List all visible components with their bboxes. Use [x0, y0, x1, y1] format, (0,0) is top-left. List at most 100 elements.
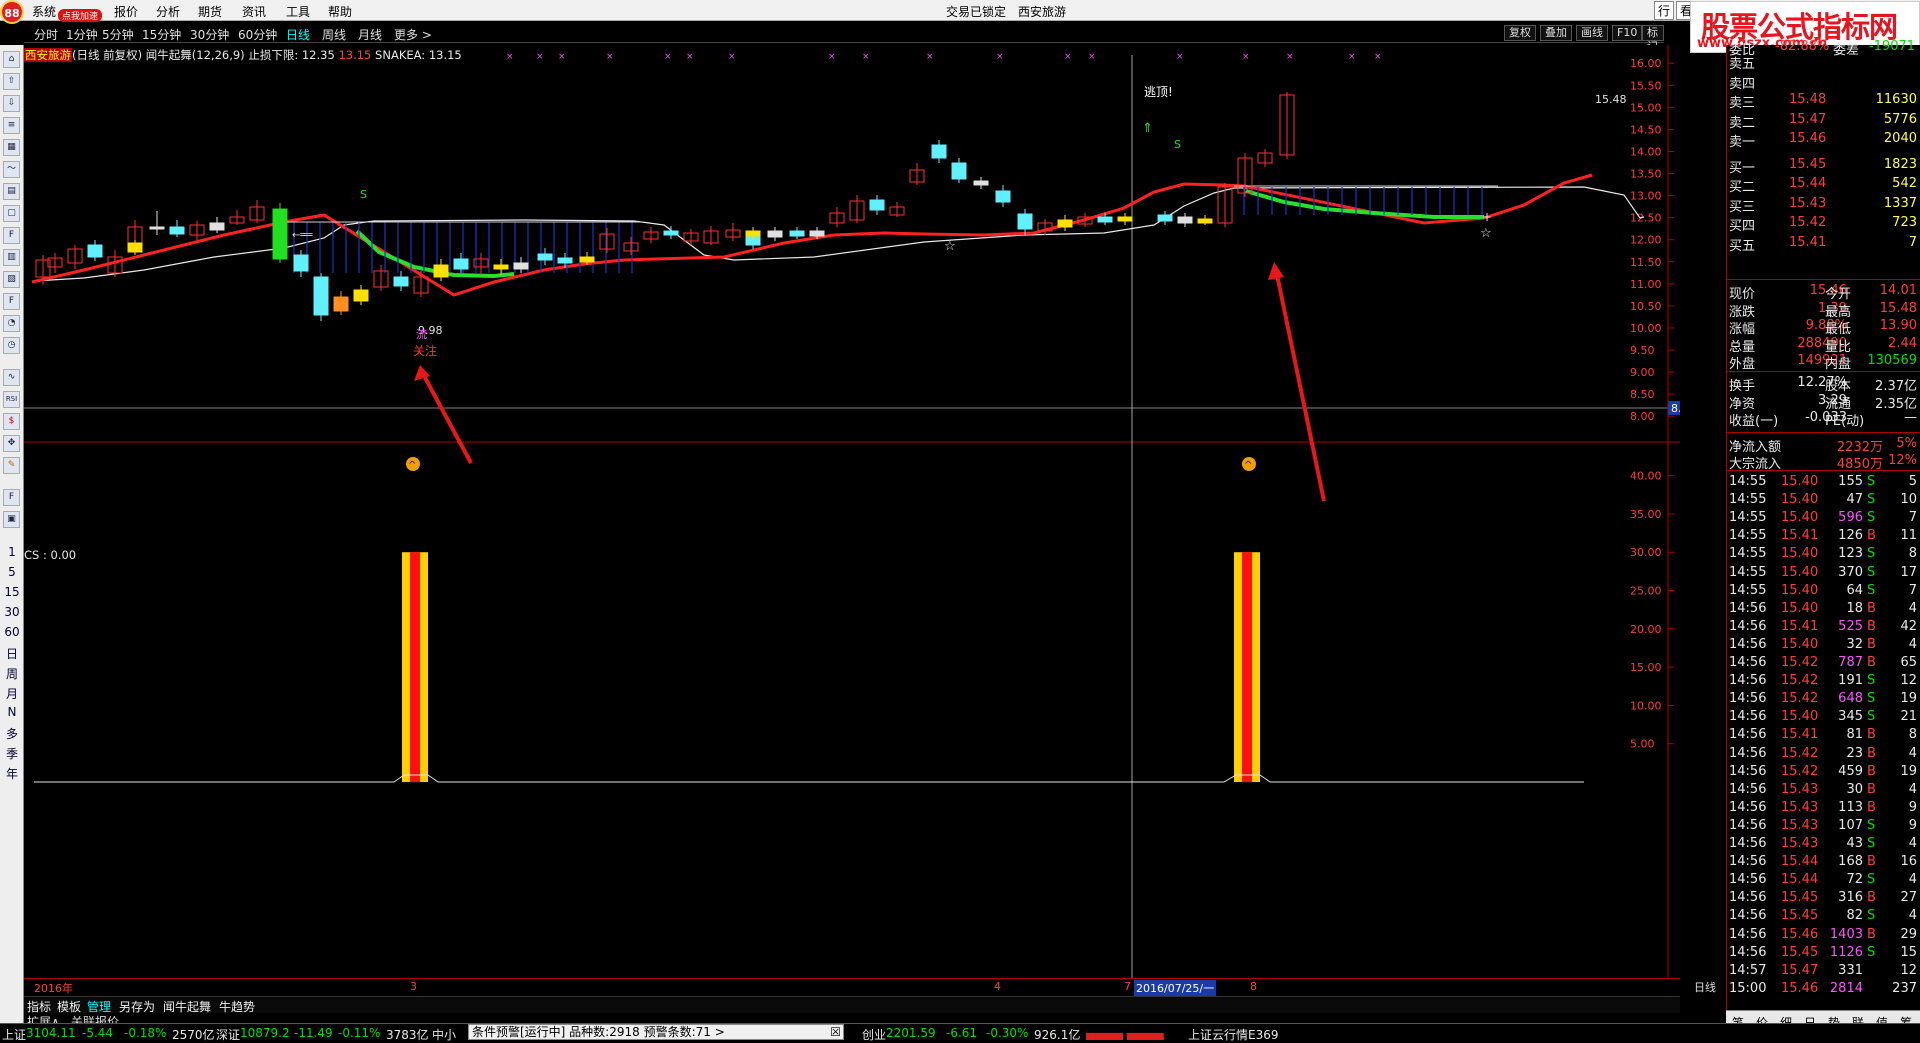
draw-line-button[interactable]: 画线: [1576, 25, 1608, 41]
period-15-shortcut[interactable]: 15: [2, 585, 22, 603]
price-tick-label: 13.00: [1630, 190, 1662, 203]
period-15min[interactable]: 15分钟: [142, 26, 181, 43]
cloud-quote-status[interactable]: 上证云行情E369: [1188, 1026, 1279, 1043]
menu-quote[interactable]: 报价: [114, 3, 138, 20]
menu-tools[interactable]: 工具: [286, 3, 310, 20]
list-icon[interactable]: ≡: [3, 117, 20, 134]
mark-button[interactable]: 标记: [1642, 25, 1664, 53]
price-tick-label: 12.50: [1630, 212, 1662, 225]
sh-index-label[interactable]: 上证: [2, 1026, 26, 1043]
arrow-up-icon[interactable]: ⇧: [3, 73, 20, 90]
wave-icon[interactable]: ∿: [3, 369, 20, 386]
chart-icon[interactable]: ▥: [3, 249, 20, 266]
x-marker-icon: ×: [686, 52, 694, 62]
candle-body: [393, 276, 409, 287]
rsi-icon[interactable]: RSI: [3, 391, 20, 408]
cs-tick-label: 40.00: [1630, 470, 1662, 483]
price-tick-label: 14.50: [1630, 123, 1662, 136]
period-60-shortcut[interactable]: 60: [2, 625, 22, 643]
notes-icon[interactable]: ▧: [3, 271, 20, 288]
indicator-name-label: 闻牛起舞(12,26,9): [145, 48, 245, 62]
dollar-icon[interactable]: $: [3, 413, 20, 430]
candle-body: [513, 262, 529, 270]
window-button-quote[interactable]: 行: [1654, 1, 1675, 20]
candle-body: [209, 222, 225, 231]
x-marker-icon: ×: [1242, 52, 1250, 62]
f10-button[interactable]: F10: [1612, 25, 1643, 41]
period-weekly[interactable]: 周线: [322, 26, 346, 43]
candle-body: [789, 230, 805, 237]
period-60min[interactable]: 60分钟: [238, 26, 277, 43]
grid-icon[interactable]: ▦: [3, 139, 20, 156]
cs-tick-label: 25.00: [1630, 585, 1662, 598]
candle-body: [931, 144, 947, 159]
period-1min[interactable]: 1分钟: [66, 26, 98, 43]
cy-index-change: -6.61: [946, 1026, 978, 1040]
period-timeshare[interactable]: 分时: [34, 26, 58, 43]
period-multi-shortcut[interactable]: 多: [2, 725, 22, 743]
period-monthly[interactable]: 月线: [358, 26, 382, 43]
table-icon[interactable]: ▤: [3, 183, 20, 200]
chart-info-line: 西安旅游(日线 前复权) 闻牛起舞(12,26,9) 止损下限: 12.35 1…: [24, 47, 462, 63]
candle-body: [973, 180, 989, 186]
x-marker-icon: ×: [664, 52, 672, 62]
f5-icon[interactable]: F: [3, 489, 20, 506]
overlay-button[interactable]: 叠加: [1540, 25, 1572, 41]
move-icon[interactable]: ✥: [3, 435, 20, 452]
period-daily[interactable]: 日线: [286, 26, 310, 43]
x-marker-icon: ×: [536, 52, 544, 62]
condition-alert[interactable]: 条件预警[运行中] 品种数:2918 预警条数:71 > ☒: [468, 1024, 844, 1040]
indicator-tabs: 指标 模板 管理 另存为 闻牛起舞 牛趋势: [24, 996, 1680, 1014]
period-week-shortcut[interactable]: 周: [2, 665, 22, 683]
menu-help[interactable]: 帮助: [328, 3, 352, 20]
sz-index-label[interactable]: 深证: [216, 1026, 240, 1043]
window-icon[interactable]: ▢: [3, 205, 20, 222]
menu-futures[interactable]: 期货: [198, 3, 222, 20]
candle-body: [272, 208, 288, 260]
candle-body: [809, 230, 825, 237]
tick-row: 14:56 15.41 81 B 8: [1729, 727, 1917, 743]
pie-icon[interactable]: ◔: [3, 315, 20, 332]
candle-body: [869, 199, 885, 211]
image-icon[interactable]: ▣: [3, 511, 20, 528]
menu-news[interactable]: 资讯: [242, 3, 266, 20]
period-30-shortcut[interactable]: 30: [2, 605, 22, 623]
period-more[interactable]: 更多 >: [394, 26, 432, 43]
restore-rights-button[interactable]: 复权: [1504, 25, 1536, 41]
arrow-down-icon[interactable]: ⇩: [3, 95, 20, 112]
pencil-icon[interactable]: ✎: [3, 457, 20, 474]
period-5min[interactable]: 5分钟: [102, 26, 134, 43]
close-icon[interactable]: ☒: [830, 1025, 841, 1039]
app-logo[interactable]: 88: [0, 0, 24, 24]
tick-row: 14:56 15.44 72 S 4: [1729, 872, 1917, 888]
high-price-label: 15.48: [1595, 93, 1627, 106]
speed-badge[interactable]: 点我加速: [58, 9, 103, 22]
price-tick-label: 13.50: [1630, 168, 1662, 181]
period-30min[interactable]: 30分钟: [190, 26, 229, 43]
f2-icon[interactable]: F: [3, 293, 20, 310]
clock-icon[interactable]: ◷: [3, 337, 20, 354]
period-n-shortcut[interactable]: N: [2, 705, 22, 723]
period-quarter-shortcut[interactable]: 季: [2, 745, 22, 763]
line-chart-icon[interactable]: 〜: [3, 161, 20, 178]
cy-index-label[interactable]: 创业: [862, 1026, 886, 1043]
period-day-shortcut[interactable]: 日: [2, 645, 22, 663]
period-year-shortcut[interactable]: 年: [2, 765, 22, 783]
stock-name-label[interactable]: 西安旅游: [24, 48, 72, 62]
sz-index-amount: 3783亿: [386, 1028, 429, 1042]
period-1-shortcut[interactable]: 1: [2, 545, 22, 563]
candle-body: [493, 264, 509, 270]
menu-analysis[interactable]: 分析: [156, 3, 180, 20]
smb-index-label[interactable]: 中小: [432, 1026, 456, 1043]
home-icon[interactable]: ⌂: [3, 51, 20, 68]
tick-row: 14:56 15.45 82 S 4: [1729, 908, 1917, 924]
period-month-shortcut[interactable]: 月: [2, 685, 22, 703]
cy-index-pct: -0.30%: [986, 1026, 1029, 1040]
x-marker-icon: ×: [1176, 52, 1184, 62]
menu-system[interactable]: 系统: [32, 3, 56, 20]
f10-icon[interactable]: F: [3, 227, 20, 244]
tick-row: 14:56 15.42 787 B 65: [1729, 655, 1917, 670]
kline-chart[interactable]: 16.00 15.50 15.00 14.50 14.00 13.50 13.00 12.50…: [24, 45, 1680, 995]
left-toolbar: ⌂ ⇧ ⇩ ≡ ▦ 〜 ▤ ▢ F ▥ ▧ F ◔ ◷ ∿ RSI $ ✥ ✎ …: [0, 45, 24, 1030]
period-5-shortcut[interactable]: 5: [2, 565, 22, 583]
